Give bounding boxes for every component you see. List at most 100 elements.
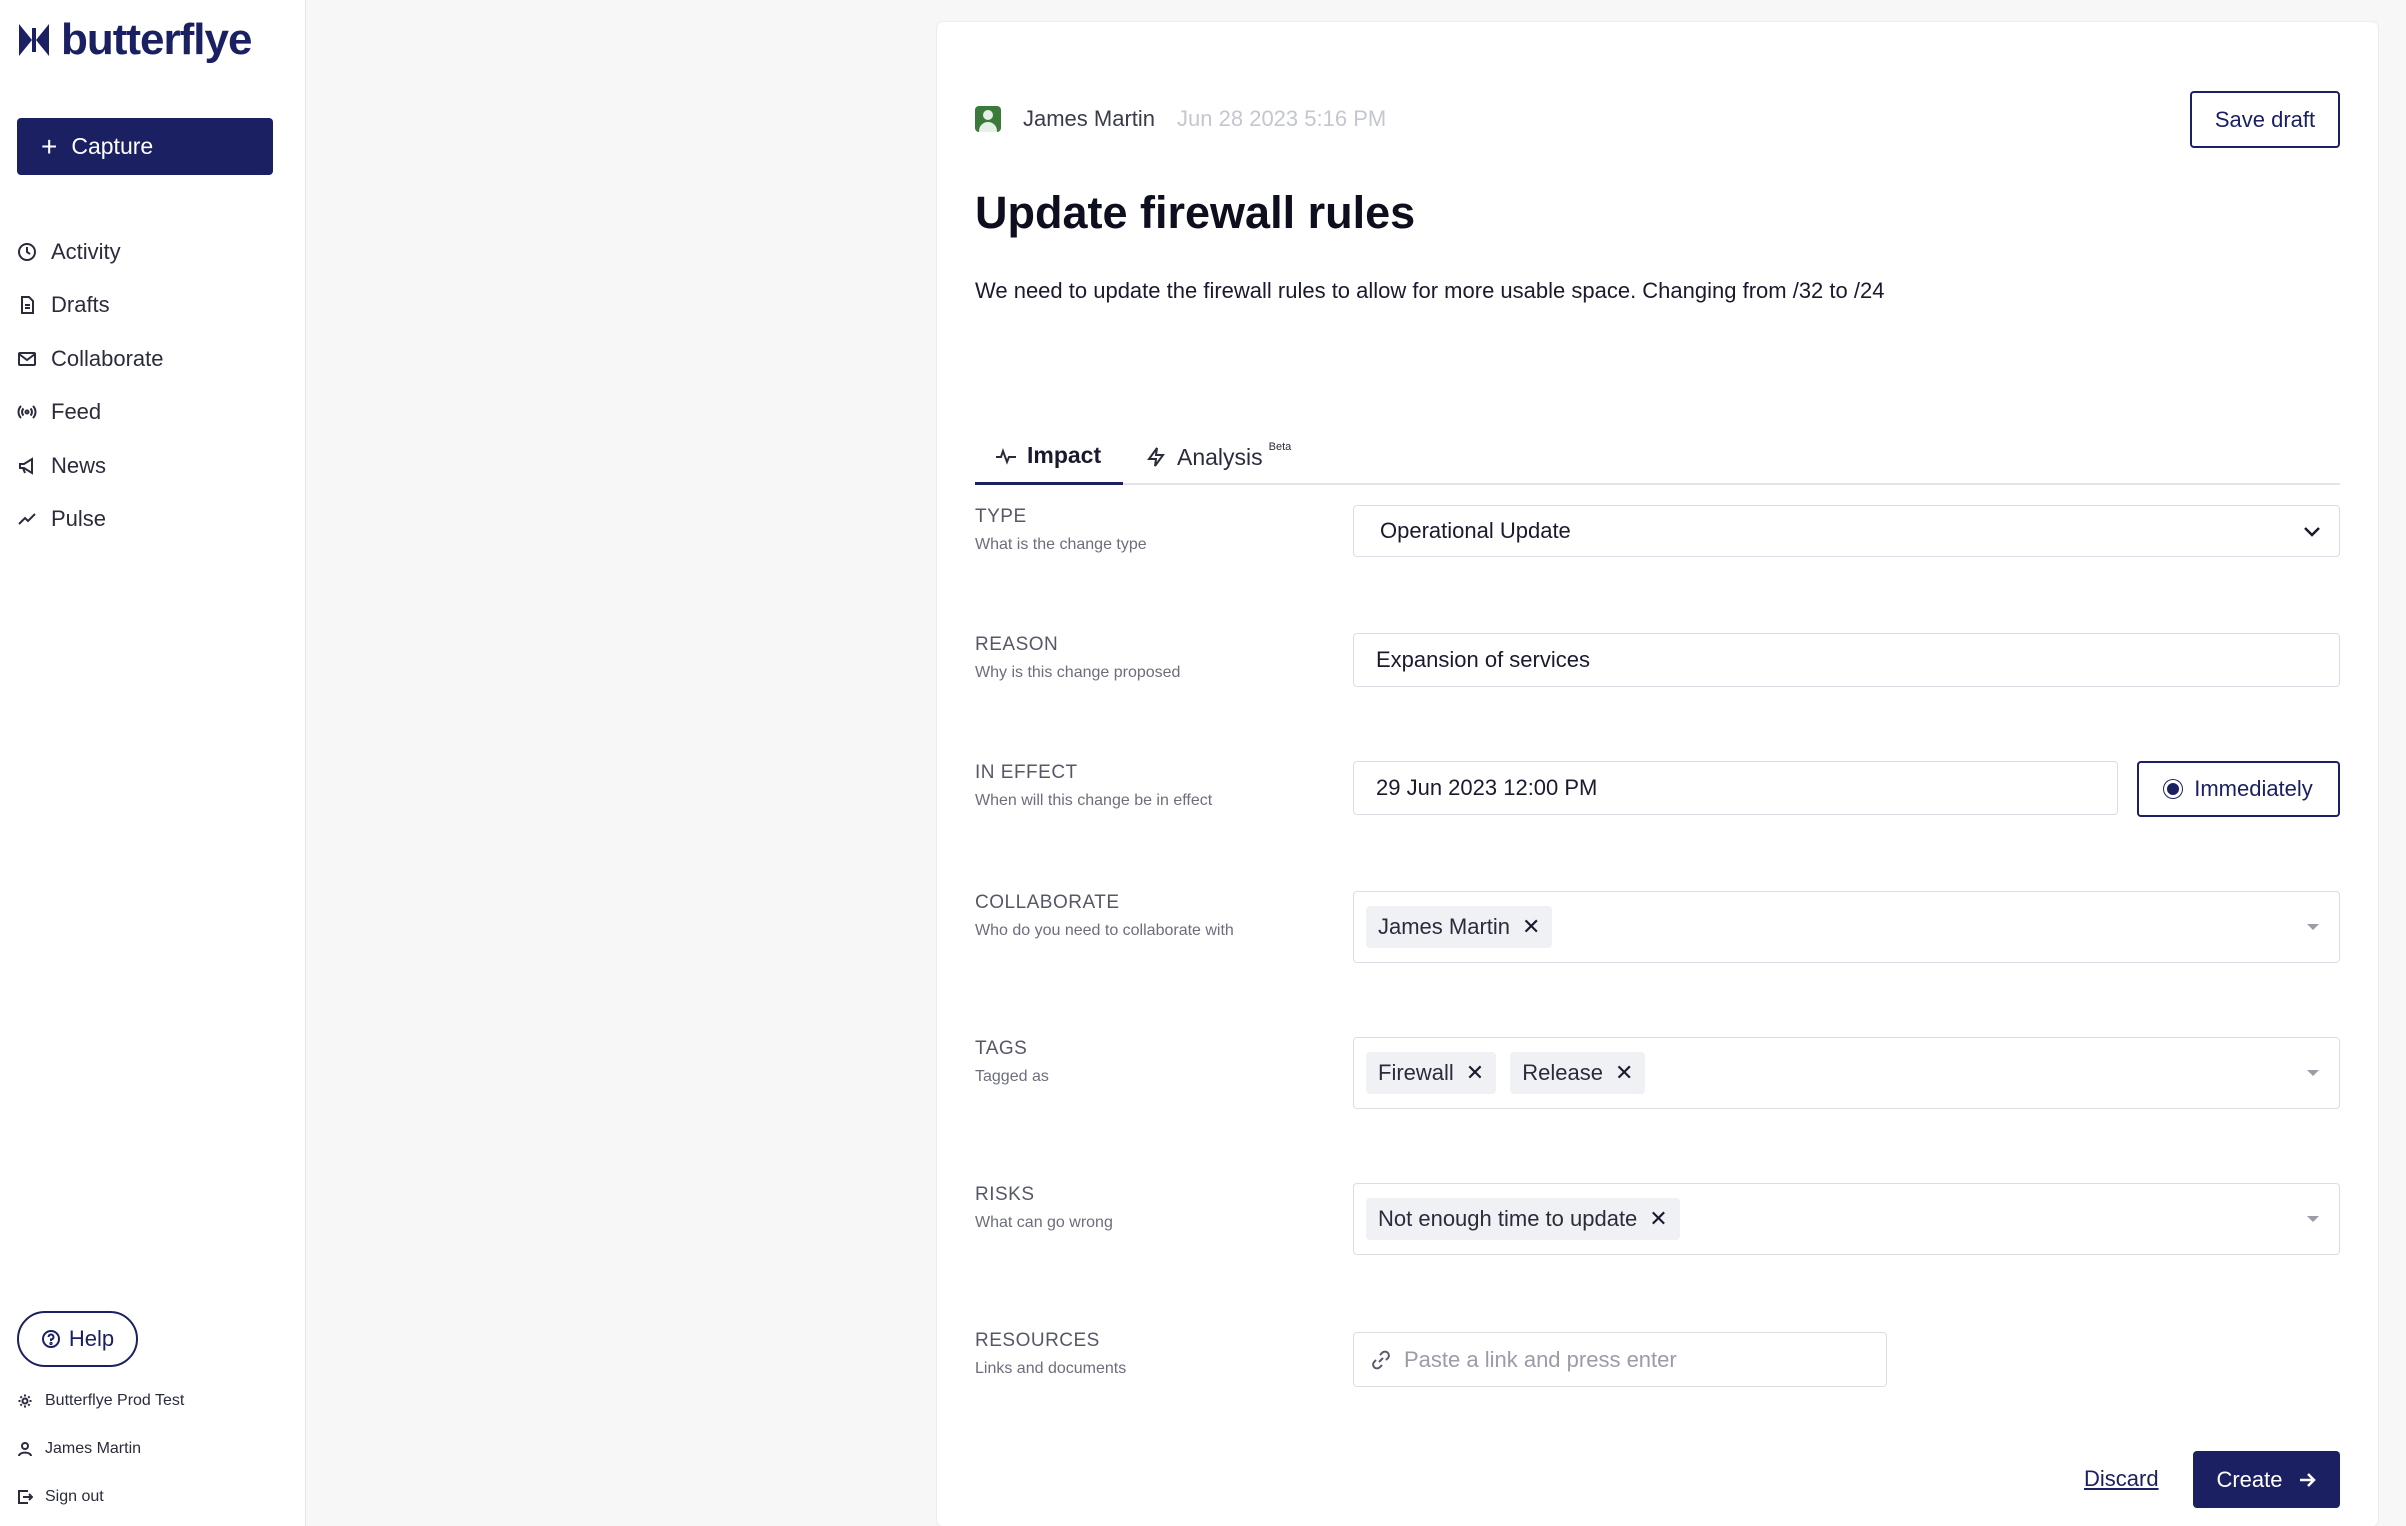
save-draft-button[interactable]: Save draft xyxy=(2190,91,2340,148)
field-label: RESOURCES xyxy=(975,1330,1100,1351)
remove-chip-icon[interactable]: ✕ xyxy=(1466,1060,1484,1086)
resources-field-label: RESOURCES Links and documents xyxy=(975,1330,1126,1378)
sidebar-item-pulse[interactable]: Pulse xyxy=(17,493,287,547)
reason-field-label: REASON Why is this change proposed xyxy=(975,634,1180,682)
remove-chip-icon[interactable]: ✕ xyxy=(1615,1060,1633,1086)
sidebar-item-news[interactable]: News xyxy=(17,439,287,493)
sidebar-item-collaborate[interactable]: Collaborate xyxy=(17,332,287,386)
post-description[interactable]: We need to update the firewall rules to … xyxy=(975,278,1884,304)
avatar xyxy=(975,106,1001,132)
capture-label: Capture xyxy=(71,133,154,159)
tab-label: Impact xyxy=(1027,442,1102,468)
sign-out-link[interactable]: Sign out xyxy=(17,1488,104,1506)
field-label: COLLABORATE xyxy=(975,892,1120,913)
sidebar-item-label: Pulse xyxy=(51,506,107,532)
pulse-icon xyxy=(996,447,1016,465)
post-author: James Martin Jun 28 2023 5:16 PM xyxy=(975,106,1386,132)
collaborate-field-label: COLLABORATE Who do you need to collabora… xyxy=(975,892,1234,940)
arrow-right-icon xyxy=(2299,1472,2316,1487)
risk-chip: Not enough time to update ✕ xyxy=(1366,1198,1680,1240)
field-label: TYPE xyxy=(975,506,1027,527)
chip-label: James Martin xyxy=(1378,914,1511,939)
in-effect-date-input[interactable]: 29 Jun 2023 12:00 PM xyxy=(1353,761,2118,815)
immediately-label: Immediately xyxy=(2194,776,2313,801)
sidebar-item-label: Feed xyxy=(51,399,102,425)
post-editor-card: James Martin Jun 28 2023 5:16 PM Save dr… xyxy=(937,22,2378,1526)
envelope-icon xyxy=(18,351,36,366)
tab-bar: Impact Analysis Beta xyxy=(975,417,2340,485)
post-date: Jun 28 2023 5:16 PM xyxy=(1177,106,1387,131)
tags-multiselect[interactable]: Firewall ✕ Release ✕ xyxy=(1353,1037,2340,1109)
tab-label: Analysis xyxy=(1177,443,1263,470)
org-settings-link[interactable]: Butterflye Prod Test xyxy=(17,1392,184,1410)
sidebar-item-label: Collaborate xyxy=(51,345,164,371)
page-title[interactable]: Update firewall rules xyxy=(975,187,1415,239)
reason-input[interactable]: Expansion of services xyxy=(1353,633,2340,687)
type-select[interactable]: Operational Update xyxy=(1353,505,2340,557)
author-name: James Martin xyxy=(1023,106,1156,131)
sidebar-item-label: Drafts xyxy=(51,292,110,318)
broadcast-icon xyxy=(17,405,37,419)
question-circle-icon xyxy=(41,1330,60,1348)
brand-name: butterflye xyxy=(61,15,252,64)
field-label: TAGS xyxy=(975,1038,1028,1059)
risks-multiselect[interactable]: Not enough time to update ✕ xyxy=(1353,1183,2340,1255)
collaborate-multiselect[interactable]: James Martin ✕ xyxy=(1353,891,2340,963)
gear-icon xyxy=(18,1394,32,1408)
user-label: James Martin xyxy=(45,1440,142,1457)
field-hint: Who do you need to collaborate with xyxy=(975,922,1234,939)
type-select-value: Operational Update xyxy=(1380,518,1571,543)
tab-analysis[interactable]: Analysis Beta xyxy=(1145,429,1291,485)
field-label: RISKS xyxy=(975,1184,1035,1205)
capture-button[interactable]: + Capture xyxy=(17,118,273,175)
sidebar-item-feed[interactable]: Feed xyxy=(17,386,287,440)
brand-logo[interactable]: butterflye xyxy=(17,15,252,64)
risks-field-label: RISKS What can go wrong xyxy=(975,1184,1113,1232)
chip-label: Not enough time to update xyxy=(1378,1206,1638,1231)
sidebar-item-activity[interactable]: Activity xyxy=(17,225,287,279)
plus-icon: + xyxy=(41,130,58,162)
remove-chip-icon[interactable]: ✕ xyxy=(1522,914,1540,940)
tab-impact[interactable]: Impact xyxy=(975,429,1123,485)
chip-label: Firewall xyxy=(1378,1060,1454,1085)
resource-link-input[interactable]: Paste a link and press enter xyxy=(1353,1332,1887,1387)
sidebar-nav: Activity Drafts Collaborate Feed News Pu… xyxy=(17,225,287,546)
type-field-label: TYPE What is the change type xyxy=(975,506,1147,554)
sidebar: butterflye + Capture Activity Drafts Col… xyxy=(0,0,306,1526)
org-label: Butterflye Prod Test xyxy=(45,1392,185,1409)
sign-out-icon xyxy=(18,1490,33,1504)
sidebar-item-label: Activity xyxy=(51,238,121,264)
resource-placeholder: Paste a link and press enter xyxy=(1404,1346,1677,1372)
lightning-icon xyxy=(1147,447,1165,467)
immediately-button[interactable]: Immediately xyxy=(2137,761,2340,817)
dropdown-caret-icon[interactable] xyxy=(2307,1216,2319,1222)
clock-icon xyxy=(18,242,36,261)
sidebar-item-drafts[interactable]: Drafts xyxy=(17,279,287,333)
chip-label: Release xyxy=(1522,1060,1603,1085)
discard-button[interactable]: Discard xyxy=(2084,1466,2159,1492)
in-effect-field-label: IN EFFECT When will this change be in ef… xyxy=(975,762,1212,810)
user-profile-link[interactable]: James Martin xyxy=(17,1440,141,1458)
dropdown-caret-icon[interactable] xyxy=(2307,924,2319,930)
field-hint: What is the change type xyxy=(975,536,1147,553)
chevron-down-icon xyxy=(2304,527,2320,537)
megaphone-icon xyxy=(19,456,33,475)
help-button[interactable]: Help xyxy=(17,1311,138,1367)
field-label: REASON xyxy=(975,634,1059,655)
create-label: Create xyxy=(2216,1466,2283,1492)
dropdown-caret-icon[interactable] xyxy=(2307,1070,2319,1076)
trend-icon xyxy=(18,513,36,525)
beta-badge: Beta xyxy=(1268,441,1292,453)
tags-field-label: TAGS Tagged as xyxy=(975,1038,1049,1086)
collaborator-chip: James Martin ✕ xyxy=(1366,906,1553,948)
tag-chip: Firewall ✕ xyxy=(1366,1052,1497,1094)
field-hint: What can go wrong xyxy=(975,1214,1113,1231)
remove-chip-icon[interactable]: ✕ xyxy=(1649,1206,1667,1232)
field-hint: Why is this change proposed xyxy=(975,664,1181,681)
create-button[interactable]: Create xyxy=(2193,1451,2340,1508)
field-label: IN EFFECT xyxy=(975,762,1078,783)
butterfly-logo-icon xyxy=(19,24,49,56)
signout-label: Sign out xyxy=(45,1488,104,1505)
sidebar-item-label: News xyxy=(51,452,107,478)
field-hint: Links and documents xyxy=(975,1360,1127,1377)
